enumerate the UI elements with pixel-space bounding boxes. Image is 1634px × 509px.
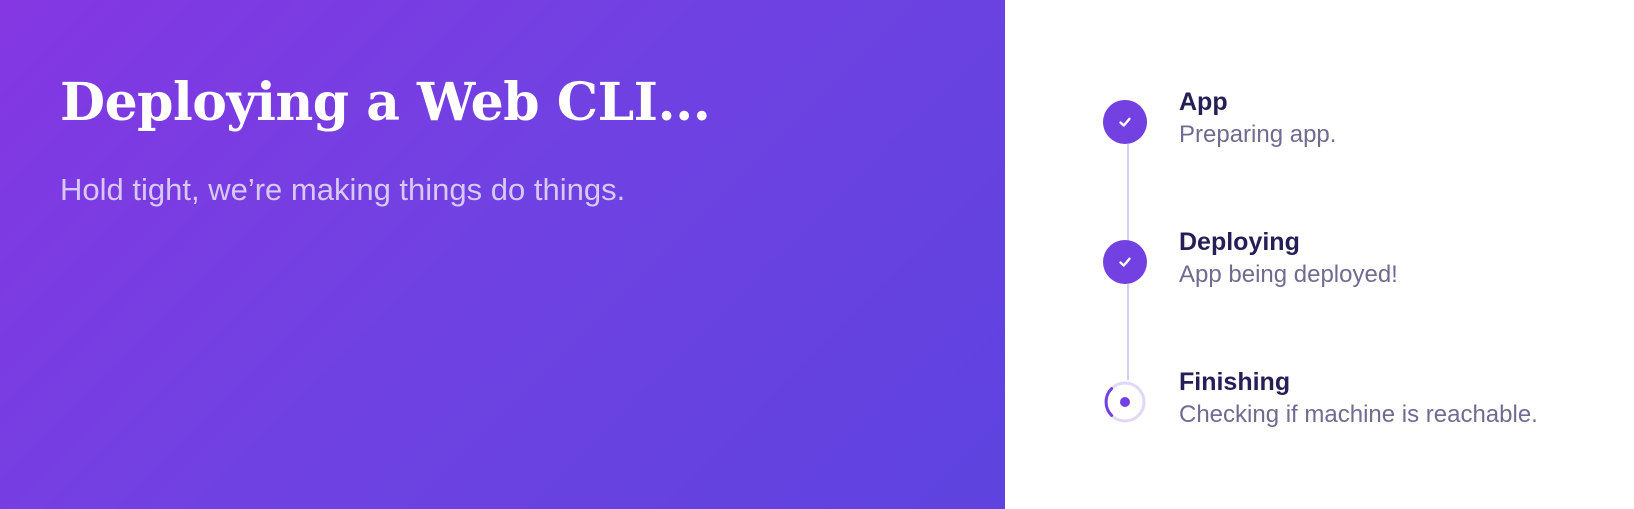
deploy-screen: Deploying a Web CLI... Hold tight, we’re… — [0, 0, 1634, 509]
step-description: Preparing app. — [1179, 121, 1337, 148]
progress-panel: App Preparing app. Deploying App being d… — [1005, 0, 1634, 509]
hero-banner: Deploying a Web CLI... Hold tight, we’re… — [0, 0, 1005, 509]
page-title: Deploying a Web CLI... — [60, 72, 711, 133]
step-title: App — [1179, 88, 1228, 116]
progress-track-line — [1127, 284, 1129, 382]
page-subtitle: Hold tight, we’re making things do thing… — [60, 172, 626, 207]
check-icon — [1103, 240, 1147, 284]
spinner-icon — [1103, 380, 1147, 424]
progress-track-line — [1127, 144, 1129, 242]
step-description: Checking if machine is reachable. — [1179, 401, 1538, 428]
step-title: Finishing — [1179, 368, 1291, 396]
step-title: Deploying — [1179, 228, 1300, 256]
check-icon — [1103, 100, 1147, 144]
step-description: App being deployed! — [1179, 261, 1398, 288]
